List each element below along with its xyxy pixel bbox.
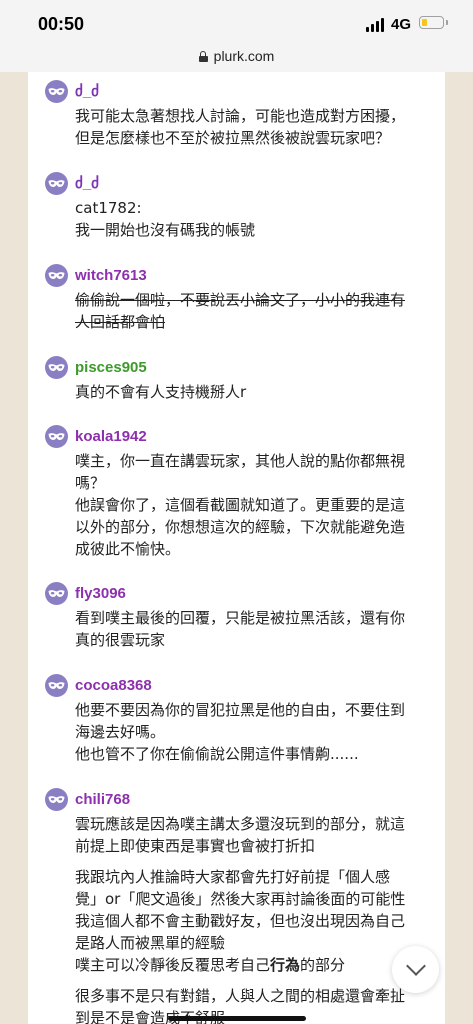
username[interactable]: koala1942 xyxy=(75,427,147,446)
text-line: 我可能太急著想找人討論，可能也造成對方困擾， xyxy=(75,107,406,125)
text-line: 但是怎麼樣也不至於被拉黑然後被說雲玩家吧？ xyxy=(75,129,391,147)
username[interactable]: witch7613 xyxy=(75,266,147,285)
response-text: 雲玩應該是因為噗主講太多還沒玩到的部分，就這 前提上即使東西是事實也會被打折扣 … xyxy=(75,813,435,1024)
scroll-down-button[interactable] xyxy=(392,946,439,993)
anonymous-mask-icon xyxy=(45,582,68,605)
text-line: 他要不要因為你的冒犯拉黑是他的自由，不要住到 xyxy=(75,701,406,719)
lock-icon xyxy=(198,51,208,62)
text-line: 噗主可以冷靜後反覆思考自己行為的部分 xyxy=(75,954,435,976)
url-bar[interactable]: plurk.com xyxy=(0,46,473,72)
anonymous-mask-icon xyxy=(45,674,68,697)
text-line: 噗主，你一直在講雲玩家，其他人說的點你都無視 xyxy=(75,452,406,470)
username[interactable]: fly3096 xyxy=(75,584,126,603)
text-line: 他也管不了你在偷偷說公開這件事情齁...... xyxy=(75,745,359,763)
battery-icon xyxy=(419,16,444,29)
text-line: 是路人而被黑單的經驗 xyxy=(75,934,226,952)
status-time: 00:50 xyxy=(38,14,85,34)
text-line: 偷偷說一個啦，不要說丟小論文了，小小的我連有 xyxy=(75,291,406,309)
text-line: 他誤會你了，這個看截圖就知道了。更重要的是這 xyxy=(75,496,406,514)
page-frame-left xyxy=(0,72,28,1024)
status-bar: 00:50 4G xyxy=(0,0,473,46)
response-text: 我可能太急著想找人討論，可能也造成對方困擾， 但是怎麼樣也不至於被拉黑然後被說雲… xyxy=(75,105,435,149)
anonymous-mask-icon xyxy=(45,264,68,287)
text-line: cat1782: xyxy=(75,199,142,217)
anonymous-mask-icon xyxy=(45,356,68,379)
text-line: 真的很雲玩家 xyxy=(75,631,166,649)
text-line: 我跟坑內人推論時大家都會先打好前提「個人感 xyxy=(75,868,391,886)
chevron-down-icon xyxy=(405,956,426,976)
text-line: 雲玩應該是因為噗主講太多還沒玩到的部分，就這 xyxy=(75,815,406,833)
signal-icon xyxy=(366,18,384,32)
home-indicator[interactable] xyxy=(168,1016,306,1021)
text-line: 嗎？ xyxy=(75,474,106,492)
text-line: 人回話都會怕 xyxy=(75,313,166,331)
anonymous-mask-icon xyxy=(45,172,68,195)
network-label: 4G xyxy=(391,16,412,33)
bold-text: 行為 xyxy=(270,956,301,974)
anonymous-mask-icon xyxy=(45,788,68,811)
response-text: 他要不要因為你的冒犯拉黑是他的自由，不要住到 海邊去好嗎。 他也管不了你在偷偷說… xyxy=(75,699,435,765)
text-line: 以外的部分，你想想這次的經驗，下次就能避免造 xyxy=(75,518,406,536)
text-line: 很多事不是只有對錯，人與人之間的相處還會牽扯 xyxy=(75,987,406,1005)
response-text: 噗主，你一直在講雲玩家，其他人說的點你都無視 嗎？ 他誤會你了，這個看截圖就知道… xyxy=(75,450,435,560)
url-text: plurk.com xyxy=(213,48,275,64)
text-line: 我一開始也沒有碼我的帳號 xyxy=(75,221,256,239)
text-line: 海邊去好嗎。 xyxy=(75,723,166,741)
text-segment: 的部分 xyxy=(300,956,346,974)
text-line: 成彼此不愉快。 xyxy=(75,540,181,558)
text-line: 看到噗主最後的回覆，只能是被拉黑活該，還有你 xyxy=(75,609,406,627)
response-text: cat1782: 我一開始也沒有碼我的帳號 xyxy=(75,197,435,241)
username[interactable]: ძ_ძ xyxy=(75,82,99,101)
username[interactable]: ძ_ძ xyxy=(75,174,99,193)
text-line: 真的不會有人支持機掰人r xyxy=(75,383,247,401)
text-line: 覺」or「爬文過後」然後大家再討論後面的可能性 xyxy=(75,890,406,908)
battery-cap xyxy=(446,20,448,25)
username[interactable]: cocoa8368 xyxy=(75,676,152,695)
text-line: 前提上即使東西是事實也會被打折扣 xyxy=(75,837,316,855)
anonymous-mask-icon xyxy=(45,425,68,448)
response-text: 真的不會有人支持機掰人r xyxy=(75,381,435,403)
text-segment: 噗主可以冷靜後反覆思考自己 xyxy=(75,956,271,974)
response-list[interactable]: ძ_ძ 我可能太急著想找人討論，可能也造成對方困擾， 但是怎麼樣也不至於被拉黑然… xyxy=(28,72,445,1024)
response-text: 看到噗主最後的回覆，只能是被拉黑活該，還有你 真的很雲玩家 xyxy=(75,607,435,651)
response-text: 偷偷說一個啦，不要說丟小論文了，小小的我連有 人回話都會怕 xyxy=(75,289,435,333)
text-line: 我這個人都不會主動戳好友，但也沒出現因為自己 xyxy=(75,912,406,930)
username[interactable]: pisces905 xyxy=(75,358,147,377)
anonymous-mask-icon xyxy=(45,80,68,103)
page-frame-right xyxy=(445,72,473,1024)
battery-level xyxy=(422,19,427,26)
username[interactable]: chili768 xyxy=(75,790,130,809)
